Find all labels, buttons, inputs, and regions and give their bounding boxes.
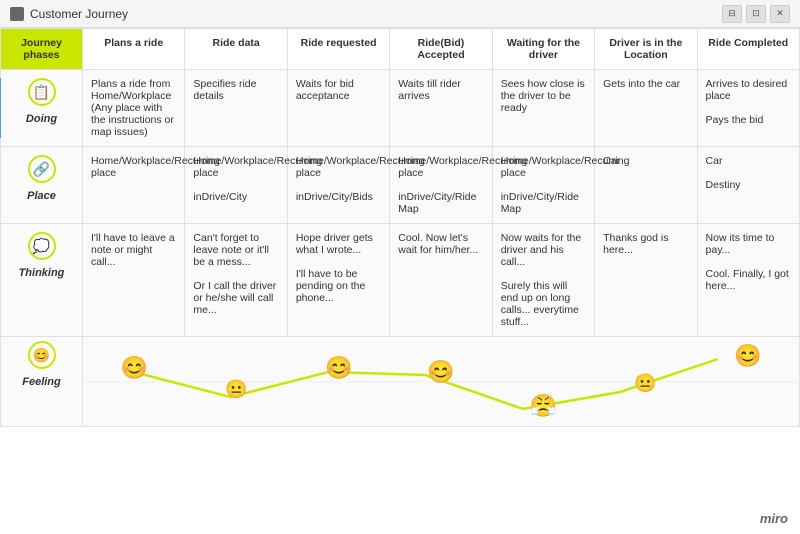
close-button[interactable]: ✕ xyxy=(770,5,790,23)
doing-icon: 📋 xyxy=(28,78,56,106)
thinking-cell-4: Cool. Now let's wait for him/her... xyxy=(390,224,492,337)
place-label: 🔗 Place xyxy=(1,147,83,224)
thinking-icon: 💭 xyxy=(28,232,56,260)
place-cell-4: Home/Workplace/Recurring place inDrive/C… xyxy=(390,147,492,224)
feeling-line-chart xyxy=(83,337,799,427)
doing-cell-5: Sees how close is the driver to be ready xyxy=(492,70,594,147)
thinking-cell-1: I'll have to leave a note or might call.… xyxy=(83,224,185,337)
place-row: 🔗 Place Home/Workplace/Recurring place H… xyxy=(1,147,800,224)
app-title: Customer Journey xyxy=(30,7,128,21)
doing-cell-7: Arrives to desired place Pays the bid xyxy=(697,70,799,147)
col-header-4: Ride(Bid) Accepted xyxy=(390,29,492,70)
doing-label: 📋 Doing xyxy=(1,70,83,147)
maximize-button[interactable]: ⊡ xyxy=(746,5,766,23)
place-cell-5: Home/Workplace/Recurring place inDrive/C… xyxy=(492,147,594,224)
col-header-2: Ride data xyxy=(185,29,287,70)
thinking-row: 💭 Thinking I'll have to leave a note or … xyxy=(1,224,800,337)
thinking-cell-3: Hope driver gets what I wrote... I'll ha… xyxy=(287,224,389,337)
feeling-row: 😊 Feeling xyxy=(1,337,800,427)
phase-header: Journey phases xyxy=(1,29,83,70)
minimize-button[interactable]: ⊟ xyxy=(722,5,742,23)
feeling-icon: 😊 xyxy=(28,341,56,369)
col-header-7: Ride Completed xyxy=(697,29,799,70)
window-controls: ⊟ ⊡ ✕ xyxy=(722,5,790,23)
thinking-label: 💭 Thinking xyxy=(1,224,83,337)
place-cell-3: Home/Workplace/Recurring place inDrive/C… xyxy=(287,147,389,224)
thinking-cell-5: Now waits for the driver and his call...… xyxy=(492,224,594,337)
place-cell-7: Car Destiny xyxy=(697,147,799,224)
col-header-3: Ride requested xyxy=(287,29,389,70)
app-window: Customer Journey ⊟ ⊡ ✕ Journey phases Pl… xyxy=(0,0,800,534)
doing-cell-4: Waits till rider arrives xyxy=(390,70,492,147)
col-header-1: Plans a ride xyxy=(83,29,185,70)
doing-cell-3: Waits for bid acceptance xyxy=(287,70,389,147)
col-header-6: Driver is in the Location xyxy=(595,29,697,70)
feeling-label: 😊 Feeling xyxy=(1,337,83,427)
thinking-cell-6: Thanks god is here... xyxy=(595,224,697,337)
titlebar: Customer Journey ⊟ ⊡ ✕ xyxy=(0,0,800,28)
place-cell-1: Home/Workplace/Recurring place xyxy=(83,147,185,224)
doing-cell-1: Plans a ride from Home/Workplace (Any pl… xyxy=(83,70,185,147)
doing-cell-2: Specifies ride details xyxy=(185,70,287,147)
place-cell-6: Car xyxy=(595,147,697,224)
doing-cell-6: Gets into the car xyxy=(595,70,697,147)
journey-table: Journey phases Plans a ride Ride data Ri… xyxy=(0,28,800,427)
thinking-cell-2: Can't forget to leave note or it'll be a… xyxy=(185,224,287,337)
doing-row: 📋 Doing Plans a ride from Home/Workplace… xyxy=(1,70,800,147)
miro-logo: miro xyxy=(760,511,788,526)
col-header-5: Waiting for the driver xyxy=(492,29,594,70)
app-icon xyxy=(10,7,24,21)
canvas: Journey phases Plans a ride Ride data Ri… xyxy=(0,28,800,534)
thinking-cell-7: Now its time to pay... Cool. Finally, I … xyxy=(697,224,799,337)
place-cell-2: Home/Workplace/Recurring place inDrive/C… xyxy=(185,147,287,224)
place-icon: 🔗 xyxy=(28,155,56,183)
feeling-chart-cell: 😊 😐 😊 😊 xyxy=(83,337,800,427)
